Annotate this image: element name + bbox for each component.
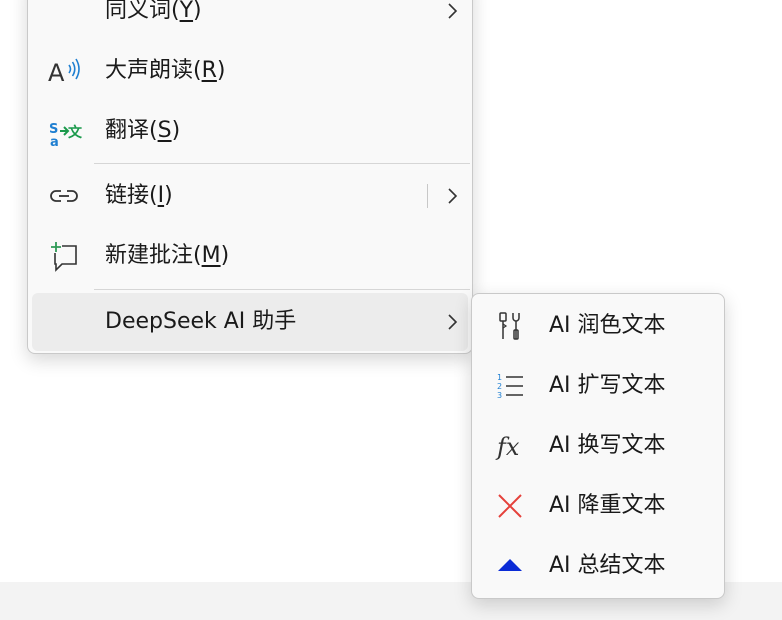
chevron-right-icon xyxy=(448,314,458,330)
svg-text:fx: fx xyxy=(495,433,520,461)
link-icon xyxy=(50,190,78,202)
menu-item-link[interactable]: 链接(I) xyxy=(32,167,468,225)
menu-item-label: 新建批注(M) xyxy=(105,243,230,268)
submenu-item-label: AI 总结文本 xyxy=(549,553,666,578)
svg-text:a: a xyxy=(50,135,59,149)
svg-text:2: 2 xyxy=(497,382,502,391)
new-comment-icon xyxy=(50,241,77,272)
translate-icon: S a 文 xyxy=(49,122,82,149)
numbered-list-icon: 1 2 3 xyxy=(497,373,523,400)
submenu-item-summarize[interactable]: AI 总结文本 xyxy=(476,537,722,595)
chevron-right-icon[interactable] xyxy=(440,184,464,208)
red-x-icon xyxy=(498,494,522,518)
menu-item-label: 链接(I) xyxy=(105,183,173,208)
svg-text:1: 1 xyxy=(497,373,502,382)
function-fx-icon: fx xyxy=(495,433,520,461)
menu-item-new-comment[interactable]: 新建批注(M) xyxy=(32,227,468,285)
menu-divider xyxy=(94,163,470,164)
menu-item-deepseek-ai-assistant[interactable]: DeepSeek AI 助手 xyxy=(32,293,468,351)
context-menu: 同义词(Y) A 大声朗读(R) S a 文 翻译(S) 链接(I) 新建批注(… xyxy=(27,0,473,354)
svg-text:文: 文 xyxy=(68,124,82,141)
menu-divider xyxy=(94,289,470,290)
menu-item-label: 大声朗读(R) xyxy=(105,58,226,83)
menu-item-label: 翻译(S) xyxy=(105,118,181,143)
blue-triangle-icon xyxy=(498,559,522,571)
read-aloud-icon: A xyxy=(48,58,80,87)
tools-icon xyxy=(499,312,520,340)
menu-item-read-aloud[interactable]: A 大声朗读(R) xyxy=(32,42,468,100)
chevron-right-icon xyxy=(448,3,458,19)
submenu-item-rewrite[interactable]: fx AI 换写文本 xyxy=(476,417,722,475)
deepseek-submenu: AI 润色文本 1 2 3 AI 扩写文本 fx AI 换写文本 AI 降重文本… xyxy=(471,293,725,599)
split-button-separator xyxy=(427,184,428,208)
menu-item-synonyms[interactable]: 同义词(Y) xyxy=(32,0,468,40)
submenu-item-reduce-duplication[interactable]: AI 降重文本 xyxy=(476,477,722,535)
submenu-item-label: AI 润色文本 xyxy=(549,313,666,338)
submenu-item-label: AI 扩写文本 xyxy=(549,373,666,398)
svg-text:3: 3 xyxy=(497,391,502,400)
submenu-item-expand[interactable]: 1 2 3 AI 扩写文本 xyxy=(476,357,722,415)
submenu-item-label: AI 降重文本 xyxy=(549,493,666,518)
menu-item-translate[interactable]: S a 文 翻译(S) xyxy=(32,102,468,160)
svg-text:A: A xyxy=(48,59,65,87)
submenu-item-label: AI 换写文本 xyxy=(549,433,666,458)
submenu-item-polish[interactable]: AI 润色文本 xyxy=(476,297,722,355)
menu-item-label: DeepSeek AI 助手 xyxy=(105,309,297,334)
menu-item-label: 同义词(Y) xyxy=(105,0,202,23)
